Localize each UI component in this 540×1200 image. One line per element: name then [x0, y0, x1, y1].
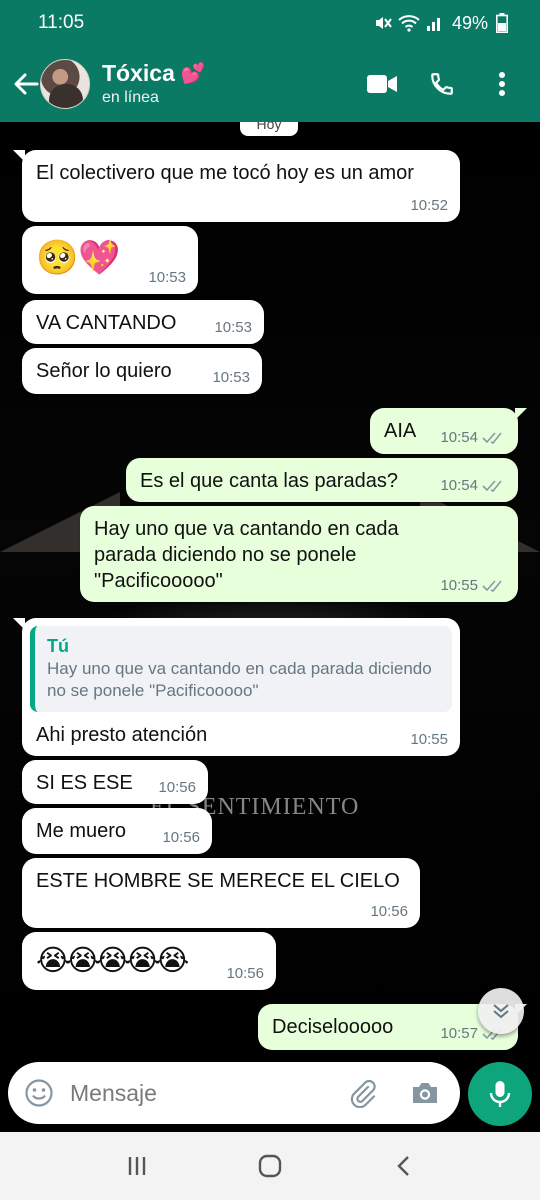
message-meta: 10:56 — [162, 829, 200, 847]
quote-text: Hay uno que va cantando en cada parada d… — [47, 659, 432, 700]
wifi-icon — [398, 15, 420, 32]
double-check-icon — [482, 580, 502, 593]
back-arrow-icon — [14, 73, 39, 95]
recents-button[interactable] — [117, 1146, 157, 1186]
camera-button[interactable] — [408, 1076, 442, 1110]
status-bar: 11:05 49% — [0, 0, 540, 46]
date-chip: Hoy — [240, 122, 298, 136]
message-time: 10:56 — [226, 965, 264, 982]
message-incoming[interactable]: 😭😭😭😭😭 10:56 — [22, 932, 276, 990]
message-incoming[interactable]: SI ES ESE 10:56 — [22, 760, 208, 804]
nav-back-button[interactable] — [383, 1146, 423, 1186]
message-time: 10:54 — [440, 429, 478, 446]
status-indicators: 49% — [372, 13, 508, 34]
message-time: 10:53 — [212, 369, 250, 386]
attach-button[interactable] — [346, 1076, 380, 1110]
heart-emoji: 💕 — [180, 61, 206, 85]
attach-icon — [350, 1079, 376, 1108]
quote-author: Tú — [47, 636, 69, 656]
message-input[interactable]: Mensaje — [8, 1062, 460, 1124]
message-time: 10:56 — [162, 829, 200, 846]
message-incoming[interactable]: VA CANTANDO 10:53 — [22, 300, 264, 344]
message-time: 10:53 — [214, 319, 252, 336]
recents-icon — [128, 1157, 145, 1175]
chat-area[interactable]: EL SENTIMIENTO Hoy El colectivero que me… — [0, 122, 540, 1060]
contact-info[interactable]: Tóxica 💕 en línea — [102, 59, 366, 109]
message-time: 10:57 — [440, 1025, 478, 1042]
message-text: El colectivero que me tocó hoy es un amo… — [36, 162, 414, 184]
emoji-icon — [25, 1079, 53, 1107]
message-meta: 10:53 — [212, 369, 250, 387]
message-incoming-reply[interactable]: Tú Hay uno que va cantando en cada parad… — [13, 618, 460, 756]
status-icons — [372, 13, 444, 33]
phone-icon — [431, 73, 453, 95]
camera-icon — [413, 1083, 437, 1103]
message-time: 10:55 — [410, 731, 448, 748]
message-incoming[interactable]: ESTE HOMBRE SE MERECE EL CIELO 10:56 — [22, 858, 420, 928]
chat-header: Tóxica 💕 en línea — [0, 46, 540, 122]
message-incoming[interactable]: Señor lo quiero 10:53 — [22, 348, 262, 394]
battery-percent: 49% — [451, 12, 488, 33]
more-icon — [499, 72, 505, 96]
composer-actions — [346, 1076, 442, 1110]
message-meta: 10:53 — [148, 269, 186, 287]
message-meta: 10:54 — [440, 477, 506, 495]
message-time: 10:56 — [370, 903, 408, 920]
emoji-button[interactable] — [22, 1076, 56, 1110]
message-incoming[interactable]: El colectivero que me tocó hoy es un amo… — [13, 150, 460, 222]
signal-icon — [426, 18, 440, 31]
message-text: Ahi presto atención — [36, 724, 208, 746]
message-time: 10:55 — [440, 577, 478, 594]
whatsapp-chat-screen: 11:05 49% Tóxica 💕 en línea EL SENTIMIEN… — [0, 0, 540, 1200]
message-text: Hay uno que va cantando en cada parada d… — [94, 518, 399, 592]
double-check-icon — [482, 432, 502, 445]
contact-name-text: Tóxica — [102, 60, 175, 86]
message-time: 10:54 — [440, 477, 478, 494]
contact-status: en línea — [102, 89, 159, 106]
message-time: 10:52 — [410, 197, 448, 214]
message-time: 10:53 — [148, 269, 186, 286]
more-options-button[interactable] — [486, 68, 518, 100]
contact-name: Tóxica 💕 — [102, 59, 366, 87]
message-meta: 10:54 — [440, 429, 506, 447]
message-incoming[interactable]: Me muero 10:56 — [22, 808, 212, 854]
video-call-icon — [367, 75, 397, 93]
quoted-message[interactable]: Tú Hay uno que va cantando en cada parad… — [30, 626, 452, 712]
message-text: ESTE HOMBRE SE MERECE EL CIELO — [36, 870, 400, 892]
message-meta: 10:55 — [410, 731, 448, 749]
battery-icon — [496, 13, 508, 33]
message-meta: 10:52 — [410, 197, 448, 215]
message-meta: 10:56 — [226, 965, 264, 983]
home-icon — [258, 1154, 282, 1178]
video-call-button[interactable] — [366, 68, 398, 100]
message-meta: 10:53 — [214, 319, 252, 337]
double-check-icon — [482, 480, 502, 493]
mute-icon — [375, 17, 392, 29]
message-composer: Mensaje — [0, 1060, 540, 1132]
system-navigation-bar — [0, 1132, 540, 1200]
voice-message-button[interactable] — [468, 1062, 532, 1126]
message-placeholder: Mensaje — [70, 1079, 157, 1106]
message-incoming[interactable]: 🥺💖 10:53 — [22, 226, 198, 294]
message-meta: 10:56 — [158, 779, 196, 797]
home-button[interactable] — [250, 1146, 290, 1186]
nav-back-icon — [397, 1156, 410, 1176]
message-meta: 10:56 — [370, 903, 408, 921]
message-outgoing[interactable]: Hay uno que va cantando en cada parada d… — [80, 506, 518, 602]
message-meta: 10:55 — [440, 577, 506, 595]
status-time: 11:05 — [38, 12, 85, 33]
message-time: 10:56 — [158, 779, 196, 796]
header-actions — [366, 68, 518, 100]
scroll-to-bottom-button[interactable] — [478, 988, 524, 1034]
contact-avatar[interactable] — [40, 59, 90, 109]
voice-call-button[interactable] — [426, 68, 458, 100]
chevron-down-icon — [493, 1004, 509, 1019]
mic-icon — [489, 1081, 511, 1107]
message-outgoing[interactable]: Es el que canta las paradas? 10:54 — [126, 458, 518, 502]
message-outgoing[interactable]: AIA 10:54 — [370, 408, 527, 454]
